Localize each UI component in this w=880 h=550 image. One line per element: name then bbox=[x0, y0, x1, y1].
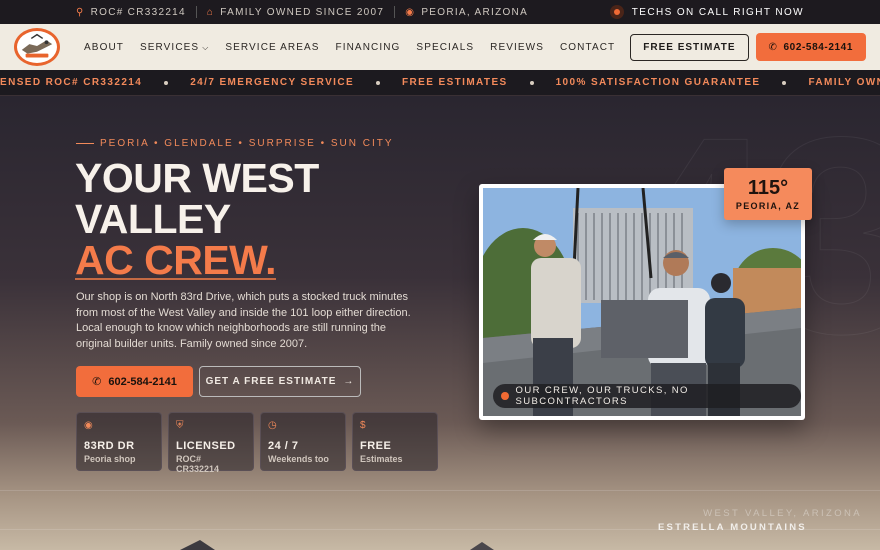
card-title: 83RD DR bbox=[84, 440, 135, 452]
ticker-item: 24/7 EMERGENCY SERVICE bbox=[190, 77, 355, 88]
nav-item-label: SERVICES bbox=[139, 41, 200, 53]
caption-dot-icon bbox=[501, 392, 509, 400]
ticker-item: FREE ESTIMATES bbox=[402, 77, 508, 88]
card-subtitle: Peoria shop bbox=[84, 454, 136, 464]
ticker-dot bbox=[782, 80, 787, 85]
call-now-button[interactable]: ✆ 602-584-2141 bbox=[76, 366, 193, 397]
arrow-right-icon: → bbox=[343, 376, 355, 387]
map-pin-icon: ◉ bbox=[84, 420, 93, 431]
crew-photo-illustration bbox=[483, 188, 801, 416]
family-text: FAMILY OWNED SINCE 2007 bbox=[220, 6, 385, 18]
divider bbox=[195, 6, 197, 18]
nav-item-services[interactable]: SERVICES ⌵ bbox=[140, 42, 209, 53]
ticker-item: FAMILY OWNED SINCE 2007 bbox=[808, 77, 880, 88]
hero-section: 43 PEORIA • GLENDALE • SURPRISE • SUN CI… bbox=[0, 96, 880, 550]
phone-icon: ✆ bbox=[92, 376, 102, 388]
free-estimate-button[interactable]: FREE ESTIMATE bbox=[630, 33, 749, 61]
headline-accent: AC CREW. bbox=[75, 237, 277, 283]
location-info: ◉ PEORIA, ARIZONA bbox=[405, 7, 528, 18]
region-label: WEST VALLEY, ARIZONA bbox=[703, 508, 862, 519]
ticker-dot bbox=[529, 80, 534, 85]
temperature-location: PEORIA, AZ bbox=[735, 201, 801, 211]
home-icon: ⌂ bbox=[206, 6, 215, 18]
phone-call-button[interactable]: ✆ 602-584-2141 bbox=[755, 33, 866, 61]
badge-icon: ⚲ bbox=[76, 6, 85, 18]
family-info: ⌂ FAMILY OWNED SINCE 2007 bbox=[207, 7, 384, 18]
temperature-badge: 115° PEORIA, AZ bbox=[724, 168, 812, 220]
nav-menu: ABOUT SERVICES ⌵ SERVICE AREAS FINANCING … bbox=[84, 42, 615, 53]
hero-headline: YOUR WEST VALLEY AC CREW. bbox=[75, 158, 319, 281]
card-subtitle: ROC# CR332214 bbox=[176, 454, 220, 474]
nav-item-contact[interactable]: CONTACT bbox=[560, 42, 615, 53]
clock-icon: ◷ bbox=[268, 420, 277, 431]
nav-item-about[interactable]: ABOUT bbox=[84, 42, 124, 53]
temperature-value: 115° bbox=[747, 177, 789, 199]
shield-icon: ⛨ bbox=[176, 420, 184, 431]
mountain-silhouette bbox=[180, 540, 494, 550]
live-dot-icon bbox=[609, 5, 624, 19]
logo-mark-icon bbox=[21, 33, 53, 58]
oncall-text: TECHS ON CALL RIGHT NOW bbox=[631, 6, 804, 18]
nav-item-service-areas[interactable]: SERVICE AREAS bbox=[225, 42, 319, 53]
ticker-dot bbox=[376, 80, 381, 85]
card-title: 24 / 7 bbox=[268, 440, 299, 452]
card-subtitle: Weekends too bbox=[268, 454, 329, 464]
headline-line-2: VALLEY bbox=[75, 196, 231, 242]
phone-icon: ✆ bbox=[768, 41, 778, 53]
photo-caption: OUR CREW, OUR TRUCKS, NO SUBCONTRACTORS bbox=[493, 384, 801, 408]
card-title: FREE bbox=[360, 440, 392, 452]
card-title: LICENSED bbox=[176, 440, 236, 452]
map-pin-icon: ◉ bbox=[405, 6, 416, 18]
feature-cards: ◉ 83RD DR Peoria shop ⛨ LICENSED ROC# CR… bbox=[76, 412, 438, 474]
ticker-dot bbox=[164, 80, 169, 85]
top-info-bar: ⚲ ROC# CR332214 ⌂ FAMILY OWNED SINCE 200… bbox=[0, 0, 880, 24]
nav-item-specials[interactable]: SPECIALS bbox=[416, 42, 474, 53]
cta-estimate-text: GET A FREE ESTIMATE bbox=[205, 376, 337, 387]
cities-text: PEORIA • GLENDALE • SURPRISE • SUN CITY bbox=[100, 138, 394, 149]
license-info: ⚲ ROC# CR332214 bbox=[76, 7, 186, 18]
get-estimate-button[interactable]: GET A FREE ESTIMATE → bbox=[199, 366, 361, 397]
promo-ticker: ENSED ROC# CR332214 24/7 EMERGENCY SERVI… bbox=[0, 70, 880, 96]
divider bbox=[394, 6, 396, 18]
dollar-icon: $ bbox=[360, 420, 366, 431]
feature-card: ⛨ LICENSED ROC# CR332214 bbox=[168, 412, 254, 474]
chevron-down-icon: ⌵ bbox=[202, 42, 210, 52]
eyebrow-line bbox=[76, 143, 94, 144]
photo-frame: OUR CREW, OUR TRUCKS, NO SUBCONTRACTORS bbox=[483, 188, 801, 416]
caption-text: OUR CREW, OUR TRUCKS, NO SUBCONTRACTORS bbox=[515, 385, 689, 407]
ticker-item: ENSED ROC# CR332214 bbox=[0, 77, 143, 88]
mountain-label: ESTRELLA MOUNTAINS bbox=[658, 522, 807, 533]
hero-description: Our shop is on North 83rd Drive, which p… bbox=[76, 291, 411, 350]
oncall-status: TECHS ON CALL RIGHT NOW bbox=[609, 5, 804, 19]
company-logo[interactable] bbox=[14, 28, 60, 66]
license-text: ROC# CR332214 bbox=[90, 6, 186, 18]
headline-line-1: YOUR WEST bbox=[75, 155, 319, 201]
phone-number: 602-584-2141 bbox=[783, 41, 853, 53]
feature-card: ◷ 24 / 7 Weekends too bbox=[260, 412, 346, 471]
feature-card: ◉ 83RD DR Peoria shop bbox=[76, 412, 162, 471]
nav-item-financing[interactable]: FINANCING bbox=[336, 42, 401, 53]
card-subtitle: Estimates bbox=[360, 454, 403, 464]
ticker-item: 100% SATISFACTION GUARANTEE bbox=[555, 77, 761, 88]
service-cities: PEORIA • GLENDALE • SURPRISE • SUN CITY bbox=[76, 138, 394, 149]
feature-card: $ FREE Estimates bbox=[352, 412, 438, 471]
main-nav: ABOUT SERVICES ⌵ SERVICE AREAS FINANCING … bbox=[0, 24, 880, 70]
cta-phone-text: 602-584-2141 bbox=[108, 375, 177, 388]
nav-item-reviews[interactable]: REVIEWS bbox=[490, 42, 544, 53]
divider-line bbox=[0, 490, 880, 491]
location-text: PEORIA, ARIZONA bbox=[421, 6, 529, 18]
